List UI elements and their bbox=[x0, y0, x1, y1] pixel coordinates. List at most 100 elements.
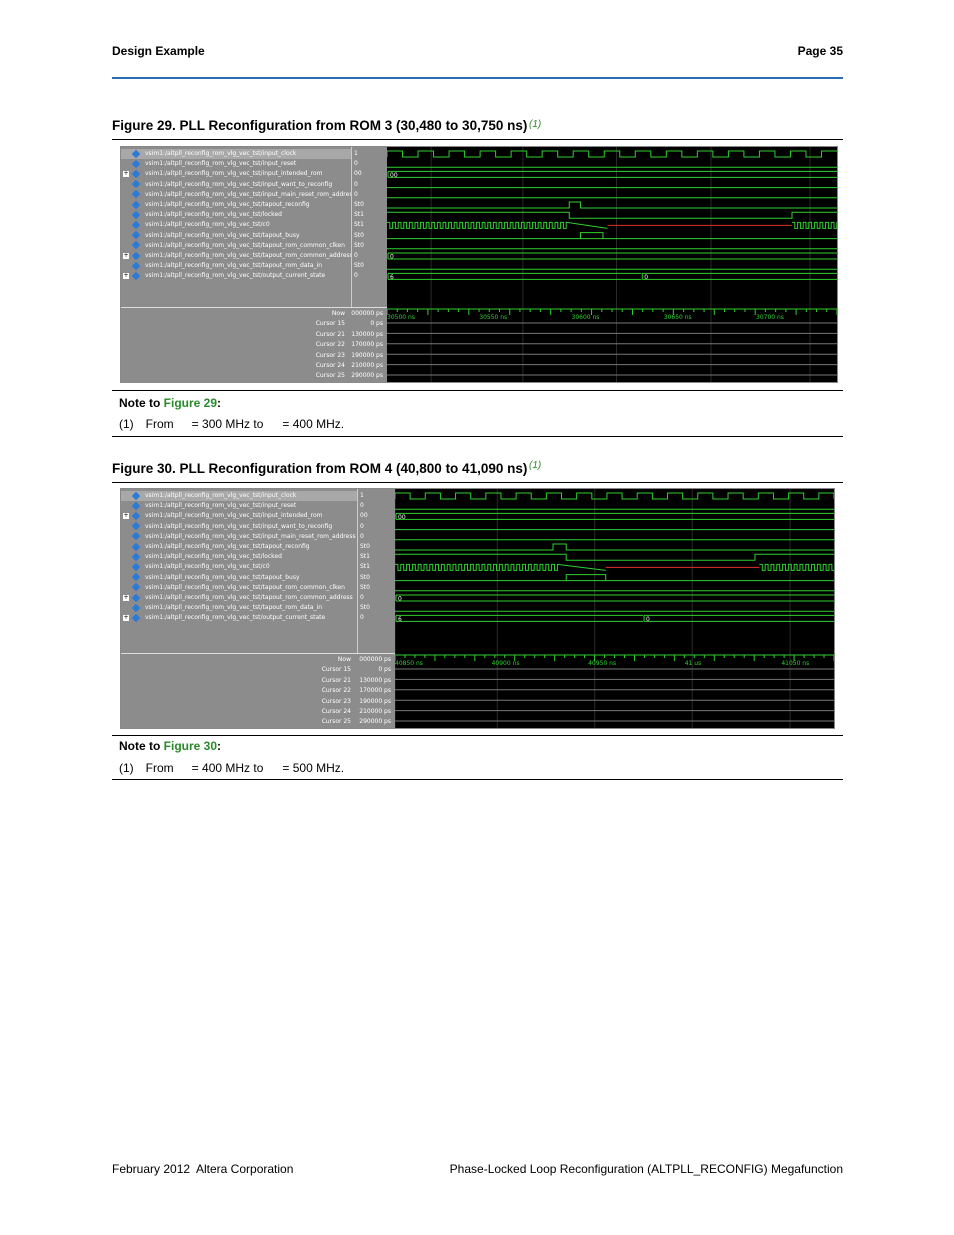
time-tick-label: 30700 ns bbox=[756, 314, 784, 321]
now-value: 000000 ps bbox=[351, 310, 383, 317]
signal-icon bbox=[131, 562, 141, 572]
clock-wave bbox=[395, 492, 834, 500]
signal-row[interactable]: vsim1:/altpll_reconfig_rom_vlg_vec_tst/i… bbox=[121, 532, 357, 542]
signal-values-pane: 1 0 00 0 0 St0 St1 St1 St0 St0 0 St0 0 bbox=[351, 147, 388, 307]
signal-row[interactable]: vsim1:/altpll_reconfig_rom_vlg_vec_tst/l… bbox=[121, 210, 351, 220]
signal-name: vsim1:/altpll_reconfig_rom_vlg_vec_tst/i… bbox=[145, 190, 356, 198]
signal-value: St1 bbox=[354, 221, 364, 229]
expand-icon[interactable]: + bbox=[123, 513, 129, 520]
signal-values-pane: 1 0 00 0 0 St0 St1 St1 St0 St0 0 St0 0 bbox=[357, 489, 396, 653]
signal-name: vsim1:/altpll_reconfig_rom_vlg_vec_tst/o… bbox=[145, 272, 326, 280]
signal-row[interactable]: + vsim1:/altpll_reconfig_rom_vlg_vec_tst/… bbox=[121, 271, 351, 281]
time-tick-label: 30550 ns bbox=[479, 314, 507, 321]
expand-icon[interactable]: + bbox=[123, 171, 129, 178]
time-tick-label: 41050 ns bbox=[781, 660, 809, 667]
signal-row[interactable]: vsim1:/altpll_reconfig_rom_vlg_vec_tst/c… bbox=[121, 220, 351, 230]
figure-30-top-rule bbox=[112, 482, 843, 483]
signal-name: vsim1:/altpll_reconfig_rom_vlg_vec_tst/i… bbox=[145, 492, 297, 499]
note-number: (1) bbox=[119, 761, 134, 775]
expand-icon[interactable]: + bbox=[123, 253, 129, 259]
signal-value: St0 bbox=[354, 262, 364, 270]
signal-icon bbox=[131, 210, 141, 219]
expand-icon[interactable]: + bbox=[123, 273, 129, 280]
figure-30-title: Figure 30. PLL Reconfiguration from ROM … bbox=[112, 461, 528, 476]
cursor-name[interactable]: Cursor 21 bbox=[121, 330, 345, 340]
now-label[interactable]: Now bbox=[121, 655, 351, 665]
cursor-name[interactable]: Cursor 22 bbox=[121, 686, 351, 696]
signal-icon bbox=[131, 542, 141, 551]
signal-row[interactable]: vsim1:/altpll_reconfig_rom_vlg_vec_tst/t… bbox=[121, 542, 357, 552]
figure-30-waveform: vsim1:/altpll_reconfig_rom_vlg_vec_tst/i… bbox=[120, 488, 835, 729]
cursor-name[interactable]: Cursor 22 bbox=[121, 340, 345, 350]
signal-row[interactable]: + vsim1:/altpll_reconfig_rom_vlg_vec_tst/… bbox=[121, 593, 357, 603]
signal-value: 0 bbox=[354, 252, 358, 259]
cursor-value: 290000 ps bbox=[359, 718, 391, 726]
signal-icon bbox=[131, 169, 141, 179]
signal-row[interactable]: vsim1:/altpll_reconfig_rom_vlg_vec_tst/c… bbox=[121, 562, 357, 572]
signal-row[interactable]: vsim1:/altpll_reconfig_rom_vlg_vec_tst/i… bbox=[121, 149, 351, 159]
clock-wave bbox=[387, 150, 837, 158]
figure-30-note-ref[interactable]: (1) bbox=[529, 460, 541, 471]
signal-row[interactable]: vsim1:/altpll_reconfig_rom_vlg_vec_tst/t… bbox=[121, 583, 357, 593]
signal-row[interactable]: vsim1:/altpll_reconfig_rom_vlg_vec_tst/t… bbox=[121, 261, 351, 271]
signal-icon bbox=[131, 552, 141, 561]
figure-29-title: Figure 29. PLL Reconfiguration from ROM … bbox=[112, 118, 528, 133]
cursor-value: 190000 ps bbox=[359, 697, 391, 705]
signal-row[interactable]: vsim1:/altpll_reconfig_rom_vlg_vec_tst/t… bbox=[121, 241, 351, 251]
note-number: (1) bbox=[119, 417, 134, 431]
signal-row[interactable]: vsim1:/altpll_reconfig_rom_vlg_vec_tst/t… bbox=[121, 603, 357, 613]
now-label[interactable]: Now bbox=[121, 309, 345, 319]
signal-name: vsim1:/altpll_reconfig_rom_vlg_vec_tst/t… bbox=[145, 583, 345, 591]
waveform-plot[interactable]: 0006 030500 ns 30550 ns 30600 ns 30650 ns 307… bbox=[387, 147, 837, 382]
signal-row[interactable]: + vsim1:/altpll_reconfig_rom_vlg_vec_tst/… bbox=[121, 511, 357, 521]
signal-row[interactable]: vsim1:/altpll_reconfig_rom_vlg_vec_tst/i… bbox=[121, 491, 357, 501]
figure-29-note-ref[interactable]: (1) bbox=[529, 119, 541, 130]
signal-row[interactable]: vsim1:/altpll_reconfig_rom_vlg_vec_tst/i… bbox=[121, 521, 357, 532]
cursor-name[interactable]: Cursor 21 bbox=[121, 676, 351, 686]
signal-value: 00 bbox=[354, 170, 362, 178]
cursor-name[interactable]: Cursor 25 bbox=[121, 717, 351, 727]
signal-row[interactable]: vsim1:/altpll_reconfig_rom_vlg_vec_tst/t… bbox=[121, 230, 351, 241]
cursor-name[interactable]: Cursor 24 bbox=[121, 707, 351, 717]
figure-29-note-rule bbox=[112, 436, 843, 437]
signal-value: 1 bbox=[354, 150, 358, 157]
signal-icon bbox=[131, 261, 141, 270]
signal-value: 0 bbox=[360, 614, 364, 622]
bus-wave bbox=[643, 614, 834, 622]
signal-value: 1 bbox=[360, 492, 364, 499]
signal-row[interactable]: vsim1:/altpll_reconfig_rom_vlg_vec_tst/t… bbox=[121, 572, 357, 583]
expand-icon[interactable]: + bbox=[123, 615, 129, 622]
note-title-text: Note to bbox=[119, 396, 164, 410]
signal-row[interactable]: vsim1:/altpll_reconfig_rom_vlg_vec_tst/i… bbox=[121, 179, 351, 190]
signal-row[interactable]: vsim1:/altpll_reconfig_rom_vlg_vec_tst/l… bbox=[121, 552, 357, 562]
signal-icon bbox=[131, 220, 141, 230]
signal-row[interactable]: vsim1:/altpll_reconfig_rom_vlg_vec_tst/t… bbox=[121, 200, 351, 210]
signal-row[interactable]: vsim1:/altpll_reconfig_rom_vlg_vec_tst/i… bbox=[121, 190, 356, 200]
signal-row[interactable]: vsim1:/altpll_reconfig_rom_vlg_vec_tst/i… bbox=[121, 501, 357, 511]
signal-row[interactable]: + vsim1:/altpll_reconfig_rom_vlg_vec_tst/… bbox=[121, 613, 357, 623]
cursor-name[interactable]: Cursor 15 bbox=[121, 319, 345, 329]
signal-name: vsim1:/altpll_reconfig_rom_vlg_vec_tst/o… bbox=[145, 614, 326, 622]
expand-icon[interactable]: + bbox=[123, 595, 129, 601]
bus-value-label: 00 bbox=[390, 172, 398, 179]
header-section-title: Design Example bbox=[112, 44, 205, 58]
cursor-name[interactable]: Cursor 25 bbox=[121, 371, 345, 381]
waveform-plot[interactable]: 0006 040850 ns 40900 ns 40950 ns 41 us 41050 … bbox=[395, 489, 834, 728]
footer-document-title: Phase-Locked Loop Reconfiguration (ALTPL… bbox=[449, 1162, 843, 1176]
signal-value: 00 bbox=[360, 512, 368, 520]
signal-name: vsim1:/altpll_reconfig_rom_vlg_vec_tst/l… bbox=[145, 553, 282, 561]
signal-row[interactable]: + vsim1:/altpll_reconfig_rom_vlg_vec_tst/… bbox=[121, 251, 353, 261]
cursor-name[interactable]: Cursor 15 bbox=[121, 665, 351, 675]
cursor-name[interactable]: Cursor 23 bbox=[121, 697, 351, 707]
footer-company: Altera Corporation bbox=[196, 1162, 294, 1176]
figure-29-link[interactable]: Figure 29 bbox=[164, 396, 217, 410]
bus-wave bbox=[641, 272, 837, 280]
cursor-name[interactable]: Cursor 23 bbox=[121, 351, 345, 361]
signal-row[interactable]: + vsim1:/altpll_reconfig_rom_vlg_vec_tst/… bbox=[121, 169, 351, 179]
signal-name: vsim1:/altpll_reconfig_rom_vlg_vec_tst/t… bbox=[145, 594, 353, 601]
signal-row[interactable]: vsim1:/altpll_reconfig_rom_vlg_vec_tst/i… bbox=[121, 159, 351, 169]
cursor-name[interactable]: Cursor 24 bbox=[121, 361, 345, 371]
figure-30-note-title: Note to Figure 30: bbox=[119, 739, 221, 753]
signal-value: St0 bbox=[360, 604, 370, 612]
figure-30-link[interactable]: Figure 30 bbox=[164, 739, 217, 753]
